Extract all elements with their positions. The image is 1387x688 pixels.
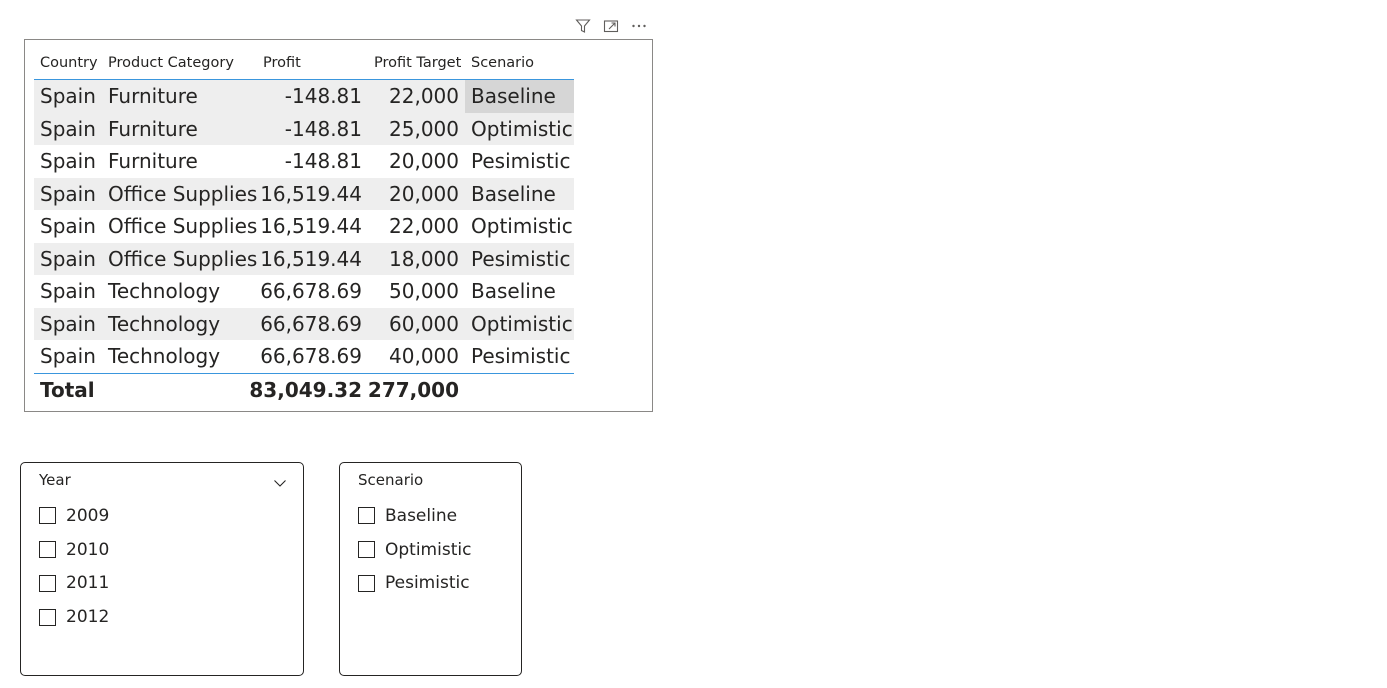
table-row[interactable]: Spain Furniture -148.81 25,000 Optimisti… (34, 112, 574, 145)
table-row[interactable]: Spain Technology 66,678.69 50,000 Baseli… (34, 275, 574, 308)
column-header-country[interactable]: Country (34, 46, 102, 79)
checkbox[interactable] (39, 574, 56, 592)
total-profit-target: 277,000 (367, 378, 459, 402)
table-row[interactable]: Spain Furniture -148.81 22,000 Baseline (34, 80, 574, 113)
cell-product-category: Furniture (108, 84, 198, 109)
table-row[interactable]: Spain Office Supplies 16,519.44 22,000 O… (34, 210, 574, 243)
slicer-item-label: 2011 (66, 573, 110, 594)
slicer-item-2010[interactable]: 2010 (39, 533, 109, 567)
cell-country: Spain (40, 116, 96, 141)
table-row[interactable]: Spain Office Supplies 16,519.44 20,000 B… (34, 177, 574, 210)
cell-country: Spain (40, 279, 96, 304)
cell-country: Spain (40, 311, 96, 336)
checkbox[interactable] (39, 541, 56, 559)
cell-profit-target: 50,000 (389, 279, 459, 304)
cell-country: Spain (40, 149, 96, 174)
total-label: Total (40, 378, 95, 402)
slicer-item-2012[interactable]: 2012 (39, 600, 109, 634)
cell-profit: 16,519.44 (260, 214, 362, 239)
cell-profit-target: 22,000 (389, 84, 459, 109)
visual-header (574, 16, 656, 36)
column-header-profit[interactable]: Profit (257, 46, 368, 79)
cell-profit: -148.81 (284, 116, 362, 141)
slicer-item-label: 2010 (66, 539, 110, 560)
slicer-title-year: Year (39, 471, 71, 489)
cell-product-category: Office Supplies (108, 181, 258, 206)
cell-profit: 16,519.44 (260, 181, 362, 206)
cell-product-category: Office Supplies (108, 246, 258, 271)
cell-country: Spain (40, 246, 96, 271)
cell-country: Spain (40, 181, 96, 206)
slicer-item-2011[interactable]: 2011 (39, 567, 109, 601)
cell-scenario: Baseline (471, 279, 556, 304)
cell-product-category: Technology (108, 279, 221, 304)
cell-scenario: Baseline (471, 181, 556, 206)
table-total-row: Total 83,049.32 277,000 (34, 372, 574, 407)
slicer-item-label: Pesimistic (385, 573, 470, 594)
slicer-item-optimistic[interactable]: Optimistic (358, 533, 471, 567)
cell-scenario: Pesimistic (471, 246, 571, 271)
table-row[interactable]: Spain Furniture -148.81 20,000 Pesimisti… (34, 145, 574, 178)
total-profit: 83,049.32 (249, 378, 362, 402)
table-visual[interactable]: Country Product Category Profit Profit T… (24, 39, 653, 412)
cell-profit-target: 20,000 (389, 149, 459, 174)
column-header-product-category[interactable]: Product Category (102, 46, 257, 79)
cell-scenario: Optimistic (471, 214, 573, 239)
year-slicer: Year 2009 2010 2011 2012 (20, 462, 304, 676)
slicer-items-scenario: Baseline Optimistic Pesimistic (358, 499, 471, 600)
cell-country: Spain (40, 214, 96, 239)
cell-profit-target: 40,000 (389, 344, 459, 369)
cell-scenario: Pesimistic (471, 344, 571, 369)
cell-scenario-selected[interactable]: Baseline (465, 80, 574, 113)
cell-product-category: Technology (108, 344, 221, 369)
cell-product-category: Technology (108, 311, 221, 336)
cell-product-category: Furniture (108, 116, 198, 141)
slicer-items-year: 2009 2010 2011 2012 (39, 499, 109, 634)
cell-profit-target: 60,000 (389, 311, 459, 336)
cell-scenario: Optimistic (471, 311, 573, 336)
scenario-slicer: Scenario Baseline Optimistic Pesimistic (339, 462, 522, 676)
cell-profit: -148.81 (284, 84, 362, 109)
table-header-row: Country Product Category Profit Profit T… (34, 46, 574, 80)
data-table: Country Product Category Profit Profit T… (34, 46, 574, 407)
checkbox[interactable] (358, 574, 375, 592)
cell-profit: -148.81 (284, 149, 362, 174)
cell-scenario: Pesimistic (471, 149, 571, 174)
more-options-icon[interactable] (630, 17, 648, 35)
slicer-item-label: Baseline (385, 505, 458, 526)
slicer-item-pesimistic[interactable]: Pesimistic (358, 567, 471, 601)
cell-profit-target: 18,000 (389, 246, 459, 271)
cell-country: Spain (40, 344, 96, 369)
checkbox[interactable] (358, 507, 375, 525)
chevron-down-icon[interactable] (273, 473, 287, 487)
filter-icon[interactable] (574, 17, 592, 35)
slicer-item-baseline[interactable]: Baseline (358, 499, 471, 533)
focus-mode-icon[interactable] (602, 17, 620, 35)
cell-country: Spain (40, 84, 96, 109)
cell-scenario: Optimistic (471, 116, 573, 141)
cell-profit-target: 25,000 (389, 116, 459, 141)
cell-product-category: Furniture (108, 149, 198, 174)
table-row[interactable]: Spain Technology 66,678.69 40,000 Pesimi… (34, 340, 574, 373)
slicer-item-label: Optimistic (385, 539, 472, 560)
cell-profit-target: 22,000 (389, 214, 459, 239)
table-row[interactable]: Spain Office Supplies 16,519.44 18,000 P… (34, 242, 574, 275)
cell-profit: 16,519.44 (260, 246, 362, 271)
slicer-title-scenario: Scenario (358, 471, 424, 489)
cell-profit-target: 20,000 (389, 181, 459, 206)
slicer-item-2009[interactable]: 2009 (39, 499, 109, 533)
cell-profit: 66,678.69 (260, 279, 362, 304)
cell-product-category: Office Supplies (108, 214, 258, 239)
table-row[interactable]: Spain Technology 66,678.69 60,000 Optimi… (34, 307, 574, 340)
report-canvas: Country Product Category Profit Profit T… (0, 0, 1387, 688)
checkbox[interactable] (358, 541, 375, 559)
column-header-profit-target[interactable]: Profit Target (368, 46, 465, 79)
column-header-scenario[interactable]: Scenario (465, 46, 574, 79)
cell-profit: 66,678.69 (260, 344, 362, 369)
cell-profit: 66,678.69 (260, 311, 362, 336)
checkbox[interactable] (39, 507, 56, 525)
checkbox[interactable] (39, 608, 56, 626)
slicer-item-label: 2009 (66, 505, 110, 526)
slicer-item-label: 2012 (66, 607, 110, 628)
